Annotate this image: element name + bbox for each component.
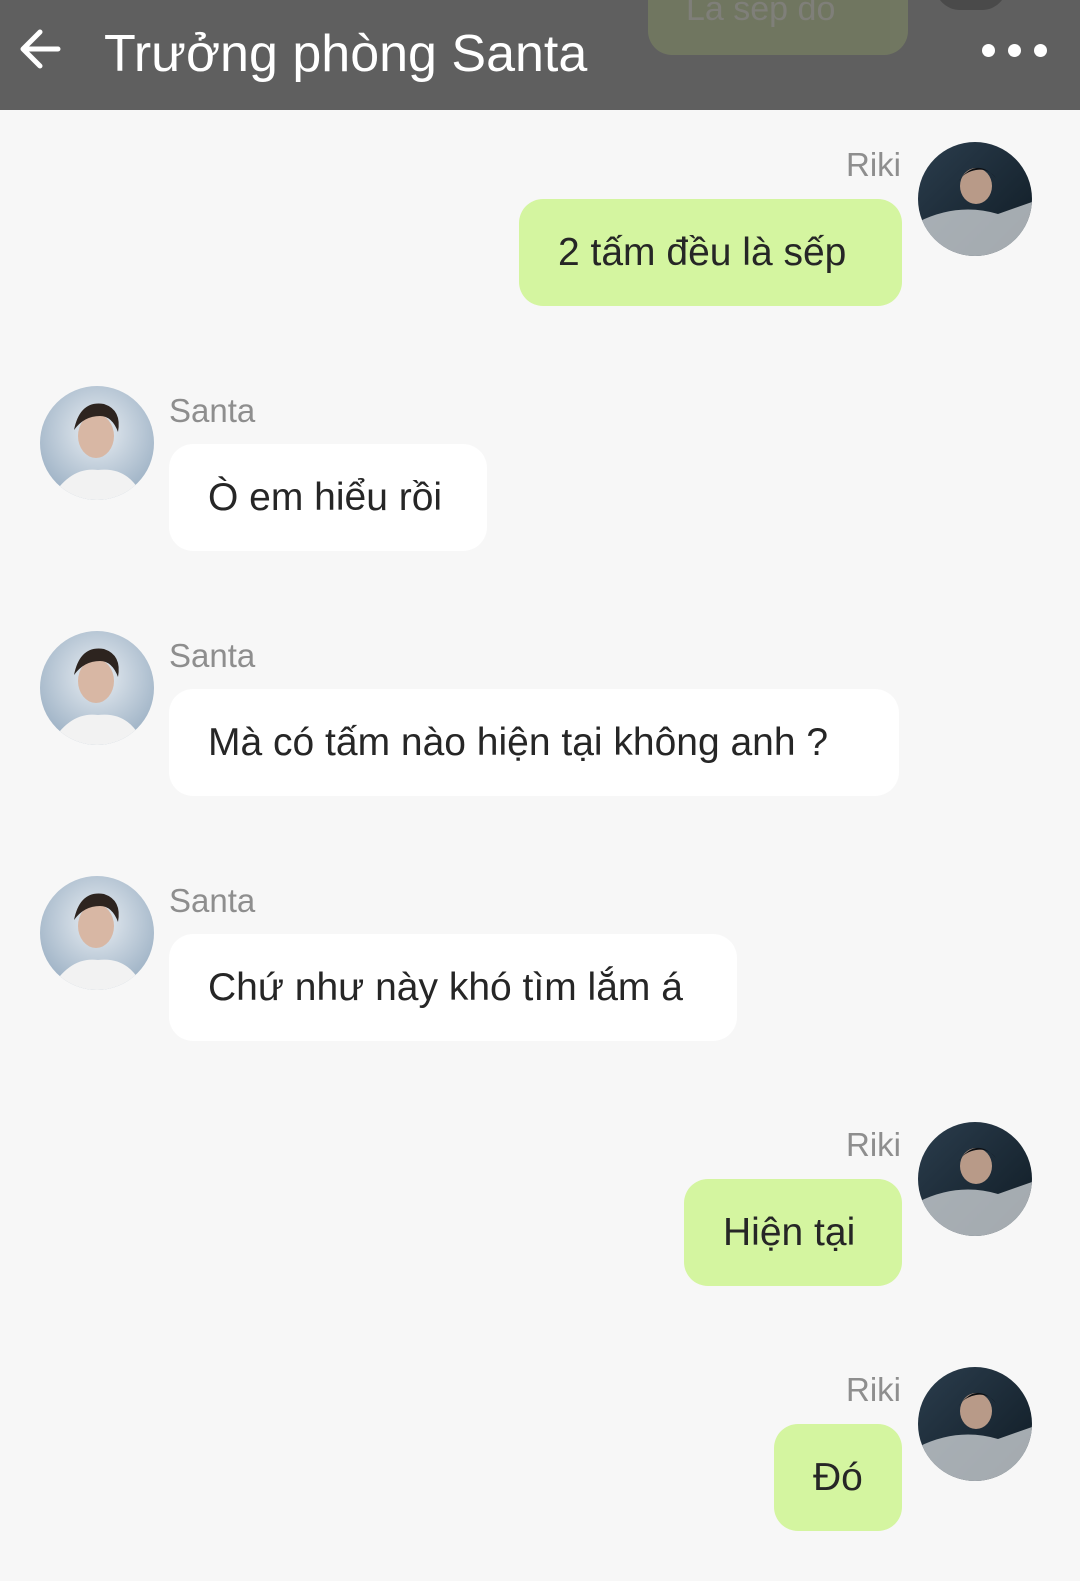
riki-avatar-image — [918, 1367, 1032, 1481]
message-bubble[interactable]: Hiện tại — [684, 1179, 902, 1286]
arrow-left-icon — [20, 29, 61, 69]
avatar-santa[interactable] — [40, 631, 154, 745]
santa-avatar-image — [40, 876, 154, 990]
more-options-button[interactable] — [978, 36, 1052, 64]
sender-name: Santa — [169, 392, 256, 429]
sender-name: Riki — [846, 1371, 901, 1408]
message-bubble[interactable]: Ò em hiểu rồi — [169, 444, 487, 551]
avatar-santa[interactable] — [40, 386, 154, 500]
partial-message-text: Là sếp đó — [686, 0, 836, 28]
message-bubble[interactable]: Chứ như này khó tìm lắm á — [169, 934, 737, 1041]
back-button[interactable] — [14, 22, 68, 76]
santa-avatar-image — [40, 631, 154, 745]
partial-message-bubble: Là sếp đó — [648, 0, 908, 55]
sender-name: Riki — [846, 146, 901, 183]
chat-title: Trưởng phòng Santa — [104, 25, 588, 83]
partial-avatar — [935, 0, 1007, 10]
avatar-riki[interactable] — [918, 1122, 1032, 1236]
avatar-santa[interactable] — [40, 876, 154, 990]
santa-avatar-image — [40, 386, 154, 500]
riki-avatar-image — [918, 1122, 1032, 1236]
sender-name: Santa — [169, 637, 256, 674]
message-bubble[interactable]: Mà có tấm nào hiện tại không anh ? — [169, 689, 899, 796]
chat-header: Là sếp đó Trưởng phòng Santa — [0, 0, 1080, 110]
avatar-riki[interactable] — [918, 142, 1032, 256]
message-bubble[interactable]: Đó — [774, 1424, 902, 1531]
riki-avatar-image — [918, 142, 1032, 256]
avatar-riki[interactable] — [918, 1367, 1032, 1481]
sender-name: Santa — [169, 882, 256, 919]
message-bubble[interactable]: 2 tấm đều là sếp — [519, 199, 902, 306]
sender-name: Riki — [846, 1126, 901, 1163]
